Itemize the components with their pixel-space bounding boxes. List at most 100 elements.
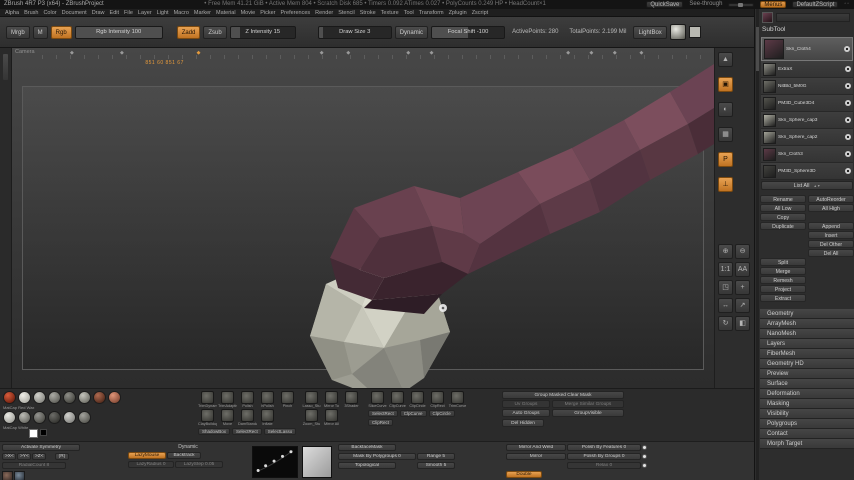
frame-button[interactable]: ◳ <box>718 280 733 295</box>
polyframe-button[interactable]: ▦ <box>718 127 733 142</box>
menu-texture[interactable]: Texture <box>381 10 399 16</box>
material-swatch[interactable] <box>18 411 31 424</box>
transparency-button[interactable]: ◐ <box>718 102 733 117</box>
tool-quickpick-strip[interactable] <box>776 13 850 22</box>
del-other-button[interactable]: Del Other <box>808 240 854 248</box>
mirror-and-weld-button[interactable]: Mirror And Weld <box>506 444 566 451</box>
visibility-eye-icon[interactable] <box>845 100 851 106</box>
texture-preview-swatch[interactable] <box>688 26 701 38</box>
keyframe-icon[interactable]: ◆ <box>70 50 74 56</box>
brush-hpolish-button[interactable]: hPolish <box>258 391 277 408</box>
material-swatch[interactable] <box>18 391 31 404</box>
auto-groups-button[interactable]: Auto Groups <box>502 409 550 417</box>
list-all-button[interactable]: List All ▲▼ <box>761 181 853 190</box>
material-swatch[interactable] <box>48 391 61 404</box>
selectrect-button[interactable]: SelectRect <box>368 410 398 417</box>
material-swatch[interactable] <box>33 391 46 404</box>
zoom-in-button[interactable]: ⊕ <box>718 244 733 259</box>
symmetry-y-button[interactable]: >Y< <box>17 453 31 460</box>
zadd-button[interactable]: Zadd <box>176 25 201 39</box>
brush-clipcircle-button[interactable]: ClipCircle <box>408 391 427 408</box>
keyframe-icon[interactable]: ◆ <box>590 50 594 56</box>
material-swatch[interactable] <box>78 391 91 404</box>
subtool-item[interactable]: PM3D_Sphere3D <box>761 163 853 180</box>
material-swatch[interactable] <box>63 411 76 424</box>
mrgb-button[interactable]: Mrgb <box>6 25 30 39</box>
material-swatch[interactable] <box>78 411 91 424</box>
mask-by-polygroups-slider[interactable]: Mask By Polygroups 0 <box>338 453 416 460</box>
brush-polish-button[interactable]: Polish <box>238 391 257 408</box>
section-deformation[interactable]: Deformation <box>760 389 854 399</box>
zoom-out-button[interactable]: ⊖ <box>735 244 750 259</box>
timeline-ruler[interactable]: ◆ ◆ ◆ ◆ ◆ ◆ ◆ ◆ ◆ ◆ ◆ <box>42 50 708 59</box>
brush-claybuildup-button[interactable]: ClayBuildup <box>198 409 217 426</box>
section-layers[interactable]: Layers <box>760 339 854 349</box>
section-arraymesh[interactable]: ArrayMesh <box>760 319 854 329</box>
group-masked-clear-mask-button[interactable]: Group Masked Clear Mask <box>502 391 624 399</box>
main-color-swatch[interactable] <box>29 429 38 438</box>
del-all-button[interactable]: Del All <box>808 249 854 257</box>
menu-picker[interactable]: Picker <box>260 10 275 16</box>
section-preview[interactable]: Preview <box>760 369 854 379</box>
merge-button[interactable]: Merge <box>760 267 806 275</box>
symmetry-z-button[interactable]: >Z< <box>32 453 46 460</box>
activate-symmetry-button[interactable]: Activate Symmetry <box>2 444 80 451</box>
see-through-slider[interactable] <box>728 2 755 7</box>
material-preview-sphere[interactable] <box>669 24 686 40</box>
keyframe-icon[interactable]: ◆ <box>430 50 434 56</box>
mirror-button[interactable]: Mirror <box>506 453 566 460</box>
menu-zplugin[interactable]: Zplugin <box>449 10 467 16</box>
selectrect-button[interactable]: SelectRect <box>232 428 262 435</box>
persp-button[interactable]: P <box>718 152 733 167</box>
section-morph-target[interactable]: Morph Target <box>760 439 854 449</box>
alpha-preview-box[interactable] <box>302 446 332 478</box>
duplicate-button[interactable]: Duplicate <box>760 222 806 230</box>
default-zscript-button[interactable]: DefaultZScript <box>792 1 839 8</box>
rotate-canvas-button[interactable]: ↻ <box>718 316 733 331</box>
material-swatch[interactable] <box>48 411 61 424</box>
menu-alpha[interactable]: Alpha <box>5 10 19 16</box>
autoreorder-button[interactable]: AutoReorder <box>808 195 854 203</box>
brush-pinch-button[interactable]: Pinch <box>278 391 297 408</box>
floor-grid-button[interactable]: ⊥ <box>718 177 733 192</box>
menu-preferences[interactable]: Preferences <box>281 10 311 16</box>
section-geometry-hd[interactable]: Geometry HD <box>760 359 854 369</box>
relax-slider[interactable]: Relax 0 <box>567 462 641 469</box>
scroll-up-icon[interactable]: ▲ <box>718 52 733 67</box>
scrollbar-thumb[interactable] <box>756 27 759 71</box>
menu-brush[interactable]: Brush <box>24 10 38 16</box>
remesh-button[interactable]: Remesh <box>760 276 806 284</box>
subtool-item[interactable]: Skn_Sphere_cap3 <box>761 112 853 129</box>
symmetry-radial-button[interactable]: (R) <box>55 453 69 460</box>
keyframe-icon[interactable]: ◆ <box>613 50 617 56</box>
menu-marker[interactable]: Marker <box>194 10 211 16</box>
symmetry-x-button[interactable]: >X< <box>2 453 16 460</box>
menu-file[interactable]: File <box>124 10 133 16</box>
cliprect-button[interactable]: ClipRect <box>368 419 394 426</box>
polish-features-mode-dot[interactable] <box>642 445 647 450</box>
secondary-color-swatch[interactable] <box>40 429 47 436</box>
menu-render[interactable]: Render <box>315 10 333 16</box>
stroke-preview-chip[interactable] <box>2 471 13 480</box>
brush-clipcurve-button[interactable]: ClipCurve <box>388 391 407 408</box>
scale-canvas-button[interactable]: ↗ <box>735 298 750 313</box>
rgb-button[interactable]: Rgb <box>50 25 72 39</box>
section-surface[interactable]: Surface <box>760 379 854 389</box>
backface-mask-button[interactable]: BackfaceMask <box>338 444 396 451</box>
polish-by-groups-slider[interactable]: Polish By Groups 0 <box>567 453 641 460</box>
brush-mirror-to-button[interactable]: Mirror To <box>322 391 341 408</box>
brush-damstandard-button[interactable]: DamStandard <box>238 409 257 426</box>
material-swatch[interactable] <box>3 411 16 424</box>
actual-size-button[interactable]: 1:1 <box>718 262 733 277</box>
menu-stencil[interactable]: Stencil <box>338 10 355 16</box>
menu-transform[interactable]: Transform <box>419 10 444 16</box>
del-hidden-button[interactable]: Del Hidden <box>502 419 544 427</box>
material-swatch[interactable] <box>93 391 106 404</box>
material-swatch[interactable] <box>108 391 121 404</box>
lazystep-slider[interactable]: LazyStep 0.05 <box>175 461 223 468</box>
visibility-eye-icon[interactable] <box>845 66 851 72</box>
document-canvas[interactable]: Camera ◆ ◆ ◆ ◆ ◆ ◆ ◆ ◆ ◆ ◆ ◆ 851 60 851 67 <box>12 48 714 388</box>
insert-button[interactable]: Insert <box>808 231 854 239</box>
focal-shift-slider[interactable]: Focal Shift -100 <box>431 25 506 39</box>
material-swatch[interactable] <box>63 391 76 404</box>
